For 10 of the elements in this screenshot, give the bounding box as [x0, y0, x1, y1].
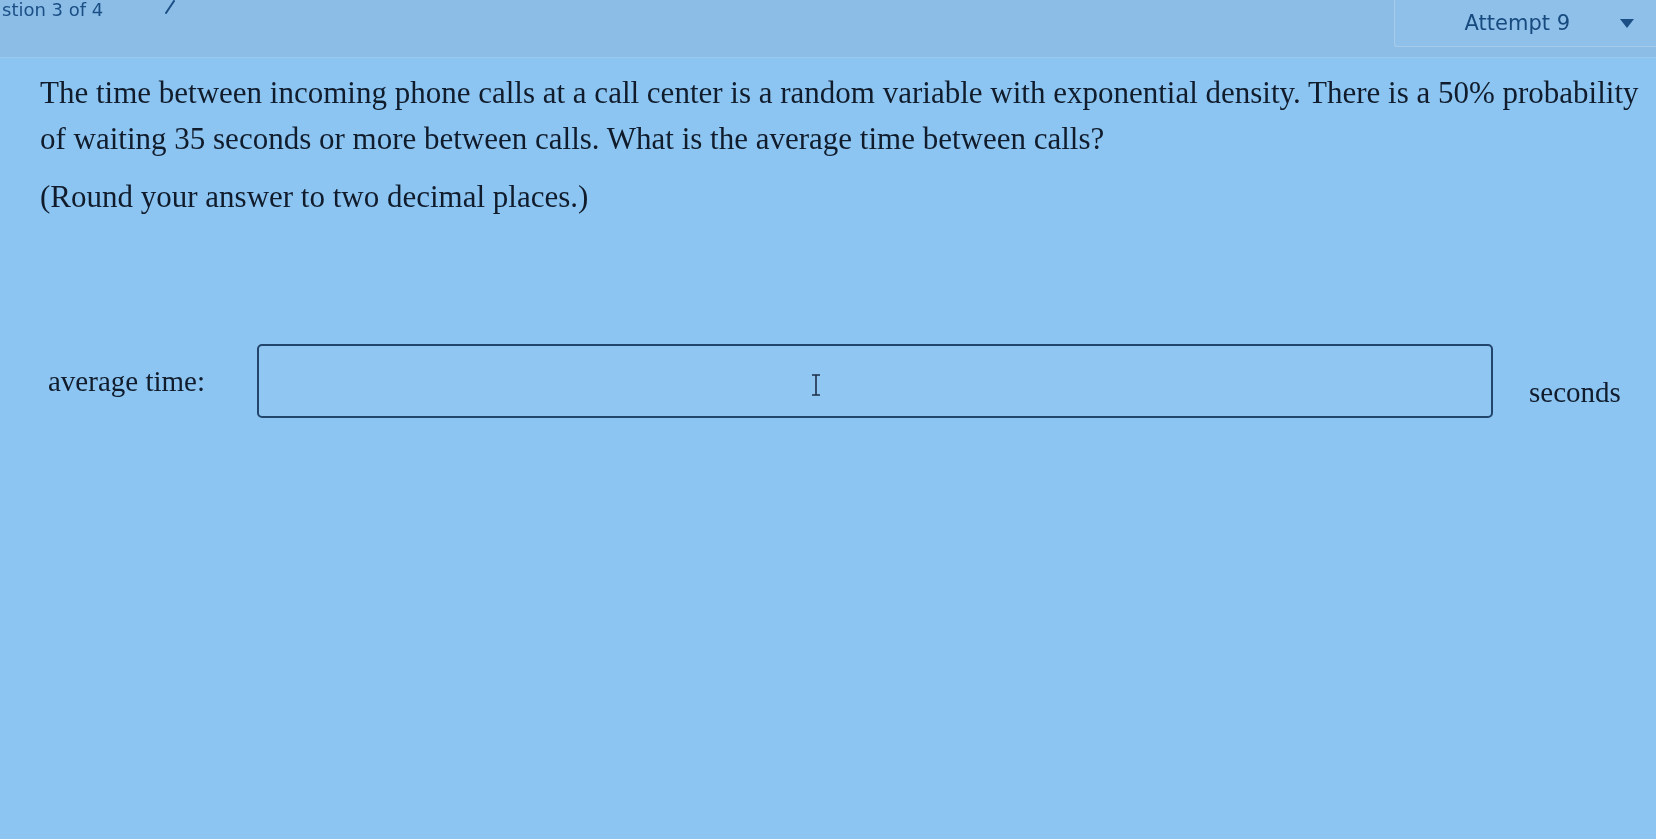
question-text: (Round your answer to two decimal places.) — [40, 178, 590, 216]
question-text: The time between incoming phone calls at a call center is a random variable with exponential density. There is a 50% probability of waiting 35 seconds or more between calls. What is the average time between calls? — [40, 74, 1640, 158]
question-counter: stion 3 of 4 — [1, 0, 104, 19]
caret-down-icon — [1620, 18, 1634, 28]
chevron-right-icon[interactable] — [165, 0, 176, 14]
attempt-dropdown[interactable]: Attempt 9 — [1394, 0, 1656, 47]
answer-label: average time: — [48, 364, 206, 398]
answer-field[interactable] — [257, 344, 1493, 418]
unit-label: seconds — [1529, 375, 1621, 409]
text-cursor-icon — [811, 374, 821, 396]
